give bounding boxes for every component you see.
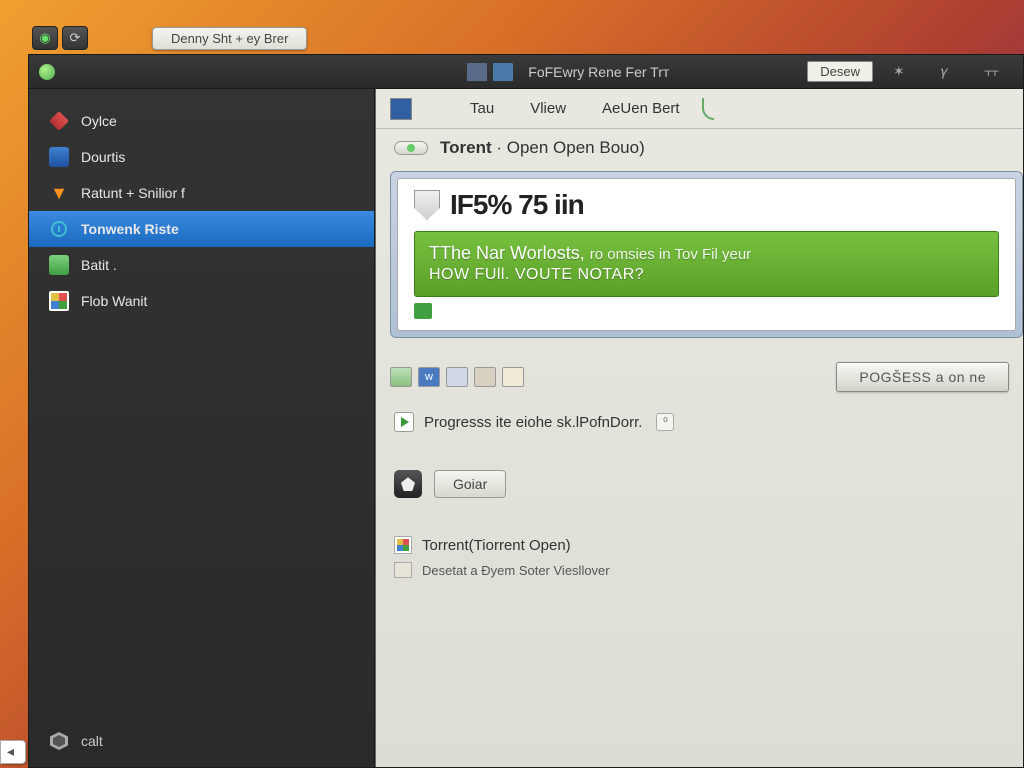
sidebar-item-dourtis[interactable]: Dourtis [29,139,374,175]
sidebar-item-tonwenk[interactable]: Tonwenk Riste [29,211,374,247]
mini-green-icon [414,303,432,319]
green-dot-icon [407,144,415,152]
promo-banner[interactable]: TThe Nar Worlosts, ro omsies in Tov Fil … [414,231,999,297]
app-icon [39,64,55,80]
content-pane: Tau Vliew AeUen Bert Torent · Open Open … [375,89,1023,767]
tool-icon-3[interactable] [446,367,468,387]
titlebar-field[interactable]: Desew [807,61,873,82]
menubar: Tau Vliew AeUen Bert [376,89,1023,129]
green-box-icon [49,255,69,275]
percent-readout: IF5% 75 iin [450,189,584,221]
sidebar-item-label: Flob Wanit [81,293,147,309]
main-panel: IF5% 75 iin TThe Nar Worlosts, ro omsies… [397,178,1016,331]
tool-icon-2[interactable]: w [418,367,440,387]
shield-icon [414,190,440,220]
sidebar-item-batit[interactable]: Batit . [29,247,374,283]
main-panel-frame: IF5% 75 iin TThe Nar Worlosts, ro omsies… [390,171,1023,338]
progress-line: Progresss ite eiohe sk.lPofnDorr. ⁰ [376,400,1023,444]
tool-icon-1[interactable] [390,367,412,387]
menu-view[interactable]: Vliew [512,100,584,117]
os-button-2[interactable]: ⟳ [62,26,88,50]
sub-toolbar: Torent · Open Open Bouo) [376,129,1023,167]
window-tab[interactable]: Denny Sht + ey Brer [152,27,307,50]
app-window: FoFEwry Rene Fer Trт Desew ✶ 𝛾 ⫟⫟ Oylce … [28,54,1024,768]
os-button-1[interactable]: ◉ [32,26,58,50]
file-icon [394,562,412,578]
sidebar-item-oylce[interactable]: Oylce [29,103,374,139]
titlebar-glyph-check[interactable]: 𝛾 [925,63,964,80]
progress-button[interactable]: POGŠESS a on ne [836,362,1009,392]
list-item-1-label: Torrent(Tiorrent Open) [422,537,571,554]
menu-aeuen[interactable]: AeUen Bert [584,100,698,117]
sidebar-footer-item[interactable]: calt [29,723,374,759]
titlebar-text: FoFEwry Rene Fer Trт [518,64,679,80]
sidebar-item-label: Dourtis [81,149,125,165]
triangle-down-icon: ▼ [49,183,69,203]
tool-row: w POGŠESS a on ne [376,338,1023,400]
list-row-2[interactable]: Desetat a Đyem Soter Viesllover [376,558,1023,582]
hex-icon [49,731,69,751]
list-row-1[interactable]: Torrent(Tiorrent Open) [376,508,1023,558]
tool-icon-4[interactable] [474,367,496,387]
progress-text: Progresss ite eiohe sk.lPofnDorr. [424,414,642,431]
titlebar-icon-1[interactable] [466,62,488,82]
sidebar-item-flob[interactable]: Flob Wanit [29,283,374,319]
app-blue-icon [49,147,69,167]
action-row: Goiar [376,444,1023,508]
sidebar: Oylce Dourtis ▼ Ratunt + Snilior f Tonwe… [29,89,375,767]
diamond-icon [394,470,422,498]
torrent-icon [394,536,412,554]
menu-tau[interactable]: Tau [452,100,512,117]
sidebar-item-label: Oylce [81,113,117,129]
os-tab-strip: ◉ ⟳ Denny Sht + ey Brer [32,24,1024,52]
sidebar-item-ratunt[interactable]: ▼ Ratunt + Snilior f [29,175,374,211]
menubar-app-icon [390,98,412,120]
help-icon[interactable]: ⁰ [656,413,674,431]
play-icon[interactable] [394,412,414,432]
status-pill[interactable] [394,141,428,155]
sidebar-item-label: Tonwenk Riste [81,221,179,237]
titlebar-icon-2[interactable] [492,62,514,82]
cube-icon [49,111,69,131]
titlebar: FoFEwry Rene Fer Trт Desew ✶ 𝛾 ⫟⫟ [29,55,1023,89]
curve-icon [702,98,714,120]
clock-icon [49,219,69,239]
titlebar-glyph-dash[interactable]: ⫟⫟ [968,63,1013,80]
tool-icon-5[interactable] [502,367,524,387]
windows-icon [49,291,69,311]
sidebar-item-label: Ratunt + Snilior f [81,185,185,201]
corner-flag[interactable] [0,740,26,764]
sidebar-item-label: Batit . [81,257,117,273]
titlebar-glyph-star[interactable]: ✶ [877,63,921,80]
list-item-2-label: Desetat a Đyem Soter Viesllover [422,563,610,578]
goiar-button[interactable]: Goiar [434,470,506,498]
sidebar-footer-label: calt [81,733,103,749]
page-title: Torent · Open Open Bouo) [440,138,645,158]
